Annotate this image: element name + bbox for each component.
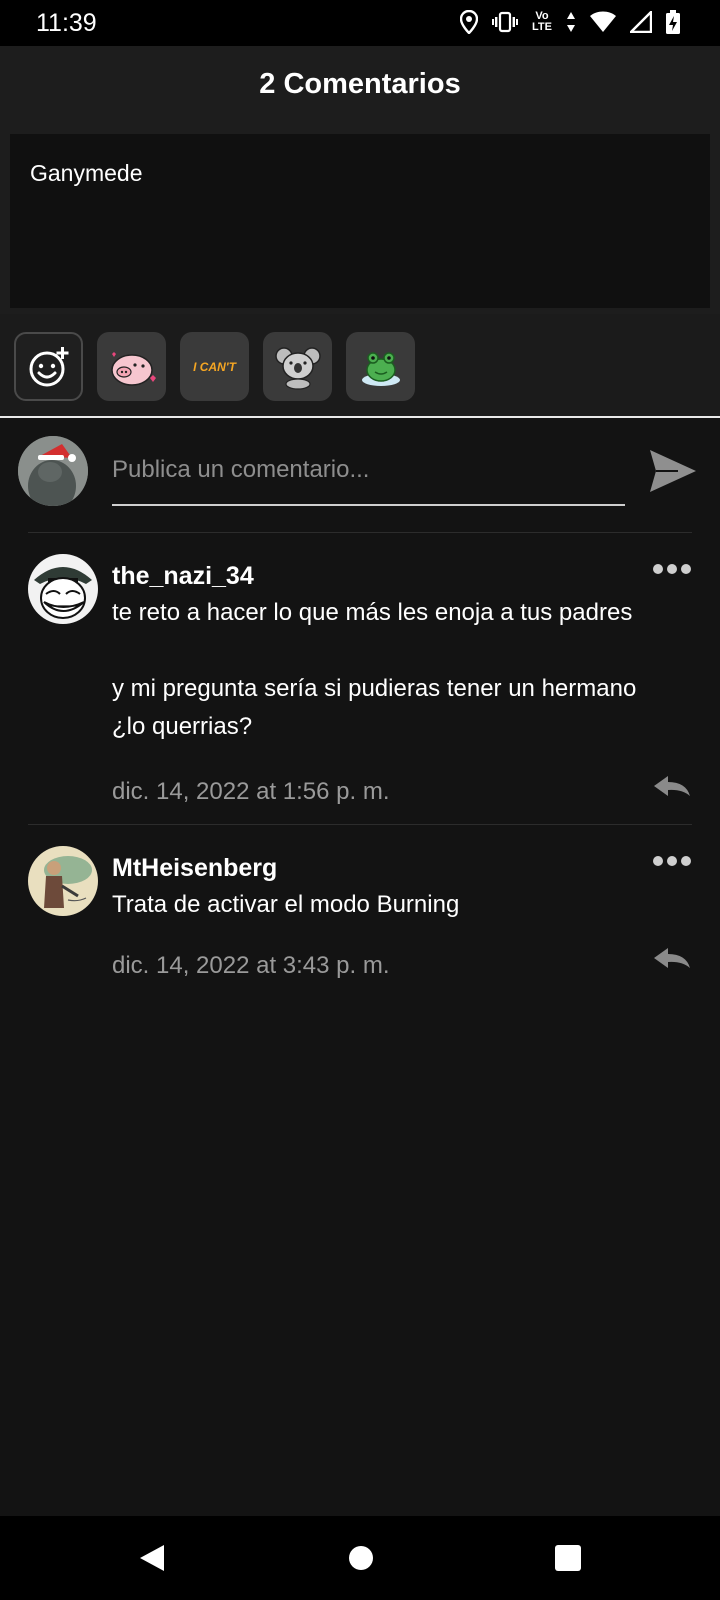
sticker-frog[interactable] [346,332,415,401]
koala-sticker [274,346,321,390]
location-icon [460,10,479,34]
recents-icon[interactable] [552,1542,584,1574]
sticker-koala[interactable] [263,332,332,401]
navigation-bar [0,1516,720,1600]
status-time: 11:39 [36,9,97,37]
comments-screen: 11:39 Vo LTE 2 Comentarios Ganymede I CA… [0,0,720,1600]
comment-text-line: ¿lo querrias? [112,713,253,740]
comment-input[interactable] [112,448,625,506]
comment-item: the_nazi_34 te reto a hacer lo que más l… [0,532,720,824]
sticker-bar: I CAN'T [0,314,720,418]
page-title: 2 Comentarios [259,68,461,100]
post-box: Ganymede [10,134,710,308]
vibrate-icon [492,11,519,33]
back-icon[interactable] [136,1542,168,1574]
status-bar: 11:39 Vo LTE [0,0,720,46]
avatar-image [28,554,98,624]
comment-avatar[interactable] [28,846,98,916]
emoji-picker-button[interactable] [14,332,83,401]
comment-item: MtHeisenberg Trata de activar el modo Bu… [0,824,720,984]
frog-sticker [361,351,400,386]
status-icons: Vo LTE [460,10,680,34]
reply-icon[interactable] [652,944,692,972]
sticker-i-cant[interactable]: I CAN'T [180,332,249,401]
emoji-add-icon [29,346,68,386]
reply-icon[interactable] [652,772,692,800]
comment-username[interactable]: MtHeisenberg [112,854,277,883]
comment-text-line: te reto a hacer lo que más les enoja a t… [112,599,633,626]
comment-text: te reto a hacer lo que más les enoja a t… [112,594,702,746]
wifi-icon [590,11,616,32]
lte-label: LTE [532,21,552,33]
comment-text-line: y mi pregunta sería si pudieras tener un… [112,675,637,702]
sticker-i-cant-label: I CAN'T [193,359,236,374]
post-text: Ganymede [30,160,143,186]
send-button[interactable] [648,446,702,500]
avatar-image [28,846,98,916]
more-options-icon[interactable] [652,854,692,868]
comment-text: Trata de activar el modo Burning [112,891,460,918]
data-arrows-icon [567,12,575,32]
my-avatar-image [18,436,88,506]
home-icon[interactable] [345,1542,377,1574]
sticker-pig[interactable] [97,332,166,401]
my-avatar[interactable] [18,436,88,506]
comment-text-gap [112,632,702,670]
comment-avatar[interactable] [28,554,98,624]
post-area: Ganymede [0,132,720,314]
signal-icon [630,11,652,33]
comment-username[interactable]: the_nazi_34 [112,562,254,591]
header: 2 Comentarios [0,46,720,132]
more-options-icon[interactable] [652,562,692,576]
comment-date: dic. 14, 2022 at 1:56 p. m. [112,778,390,805]
comment-date: dic. 14, 2022 at 3:43 p. m. [112,952,390,979]
pig-sticker [110,351,156,386]
volte-icon: Vo LTE [532,11,552,33]
battery-charging-icon [666,10,680,34]
send-icon [650,450,696,492]
